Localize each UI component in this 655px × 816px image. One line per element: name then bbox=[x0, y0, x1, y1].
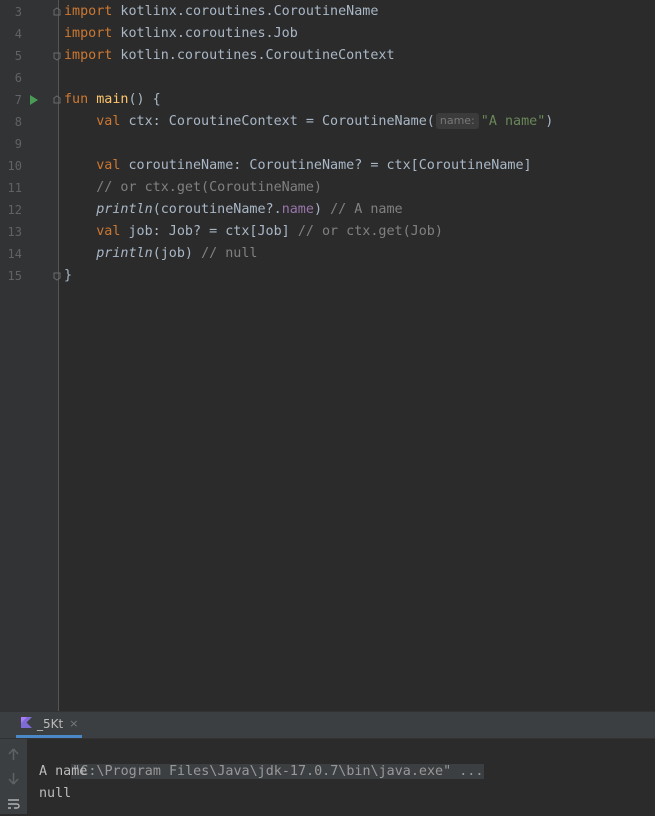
run-tool-window: _5Kt × "C:\Program Files\Java\jdk-17.0.7… bbox=[0, 711, 655, 814]
code-token: val bbox=[96, 158, 121, 173]
code-token: "A name" bbox=[480, 114, 546, 129]
code-token: () { bbox=[128, 92, 161, 107]
code-token: import bbox=[64, 48, 113, 63]
line-number: 13 bbox=[7, 225, 22, 239]
code-token: main bbox=[96, 92, 129, 107]
code-token: kotlinx.coroutines.Job bbox=[112, 26, 298, 41]
code-token: ) bbox=[313, 202, 331, 217]
code-token: } bbox=[64, 268, 73, 283]
fold-icon[interactable] bbox=[52, 45, 62, 67]
line-number: 11 bbox=[7, 181, 22, 195]
code-token: import bbox=[64, 26, 113, 41]
line-number: 10 bbox=[7, 159, 22, 173]
close-icon[interactable]: × bbox=[69, 717, 78, 730]
fold-icon[interactable] bbox=[52, 1, 62, 23]
console-output-line: null bbox=[39, 786, 72, 801]
code-line[interactable]: import kotlinx.coroutines.CoroutineName bbox=[64, 1, 378, 23]
code-token: kotlin.coroutines.CoroutineContext bbox=[112, 48, 395, 63]
code-line[interactable]: val ctx: CoroutineContext = CoroutineNam… bbox=[64, 111, 553, 133]
code-token: job: Job? = ctx[Job] bbox=[120, 224, 298, 239]
line-number: 9 bbox=[14, 137, 22, 151]
code-token: println bbox=[96, 202, 153, 217]
run-tab-bar: _5Kt × bbox=[0, 712, 655, 739]
code-editor[interactable]: 3 import kotlinx.coroutines.CoroutineName… bbox=[0, 0, 655, 711]
code-token: // or ctx.get(Job) bbox=[297, 224, 443, 239]
line-number: 5 bbox=[14, 49, 22, 63]
fold-icon[interactable] bbox=[52, 89, 62, 111]
code-line[interactable]: val coroutineName: CoroutineName? = ctx[… bbox=[64, 155, 532, 177]
code-token: // or ctx.get(CoroutineName) bbox=[96, 180, 322, 195]
code-line[interactable]: // or ctx.get(CoroutineName) bbox=[64, 177, 322, 199]
soft-wrap-icon[interactable] bbox=[6, 797, 21, 812]
code-token: val bbox=[96, 114, 121, 129]
run-toolbar bbox=[0, 739, 27, 814]
code-token: coroutineName: CoroutineName? = ctx[Coro… bbox=[120, 158, 532, 173]
line-number: 4 bbox=[14, 27, 22, 41]
run-tab[interactable]: _5Kt × bbox=[16, 712, 83, 738]
run-tab-label: _5Kt bbox=[37, 716, 64, 731]
code-token: val bbox=[96, 224, 121, 239]
run-icon[interactable] bbox=[29, 89, 39, 111]
parameter-hint: name: bbox=[435, 113, 479, 129]
kotlin-icon bbox=[20, 716, 33, 732]
code-line[interactable]: import kotlinx.coroutines.Job bbox=[64, 23, 298, 45]
code-token: fun bbox=[64, 92, 89, 107]
code-token: name bbox=[281, 202, 314, 217]
code-line[interactable]: val job: Job? = ctx[Job] // or ctx.get(J… bbox=[64, 221, 443, 243]
line-number: 15 bbox=[7, 269, 22, 283]
line-number: 7 bbox=[14, 93, 22, 107]
line-number: 12 bbox=[7, 203, 22, 217]
code-token: (coroutineName?. bbox=[152, 202, 282, 217]
code-token: kotlinx.coroutines.CoroutineName bbox=[112, 4, 379, 19]
code-token: ctx: CoroutineContext = CoroutineName( bbox=[120, 114, 435, 129]
code-token: // null bbox=[201, 246, 258, 261]
line-number: 14 bbox=[7, 247, 22, 261]
fold-icon[interactable] bbox=[52, 265, 62, 287]
code-token: ) bbox=[545, 114, 554, 129]
console-output-line: A name bbox=[39, 764, 88, 779]
code-token: println bbox=[96, 246, 153, 261]
line-number: 8 bbox=[14, 115, 22, 129]
console-command-line[interactable]: "C:\Program Files\Java\jdk-17.0.7\bin\ja… bbox=[39, 739, 485, 779]
code-token: // A name bbox=[330, 202, 403, 217]
code-token: import bbox=[64, 4, 113, 19]
up-arrow-icon[interactable] bbox=[6, 747, 21, 762]
code-token: (job) bbox=[152, 246, 202, 261]
code-line[interactable]: println(job) // null bbox=[64, 243, 258, 265]
line-number: 6 bbox=[14, 71, 22, 85]
line-number: 3 bbox=[14, 5, 22, 19]
code-line[interactable]: } bbox=[64, 265, 72, 287]
code-line[interactable]: import kotlin.coroutines.CoroutineContex… bbox=[64, 45, 395, 67]
code-line[interactable]: fun main() { bbox=[64, 89, 161, 111]
code-line[interactable]: println(coroutineName?.name) // A name bbox=[64, 199, 403, 221]
down-arrow-icon[interactable] bbox=[6, 771, 21, 786]
